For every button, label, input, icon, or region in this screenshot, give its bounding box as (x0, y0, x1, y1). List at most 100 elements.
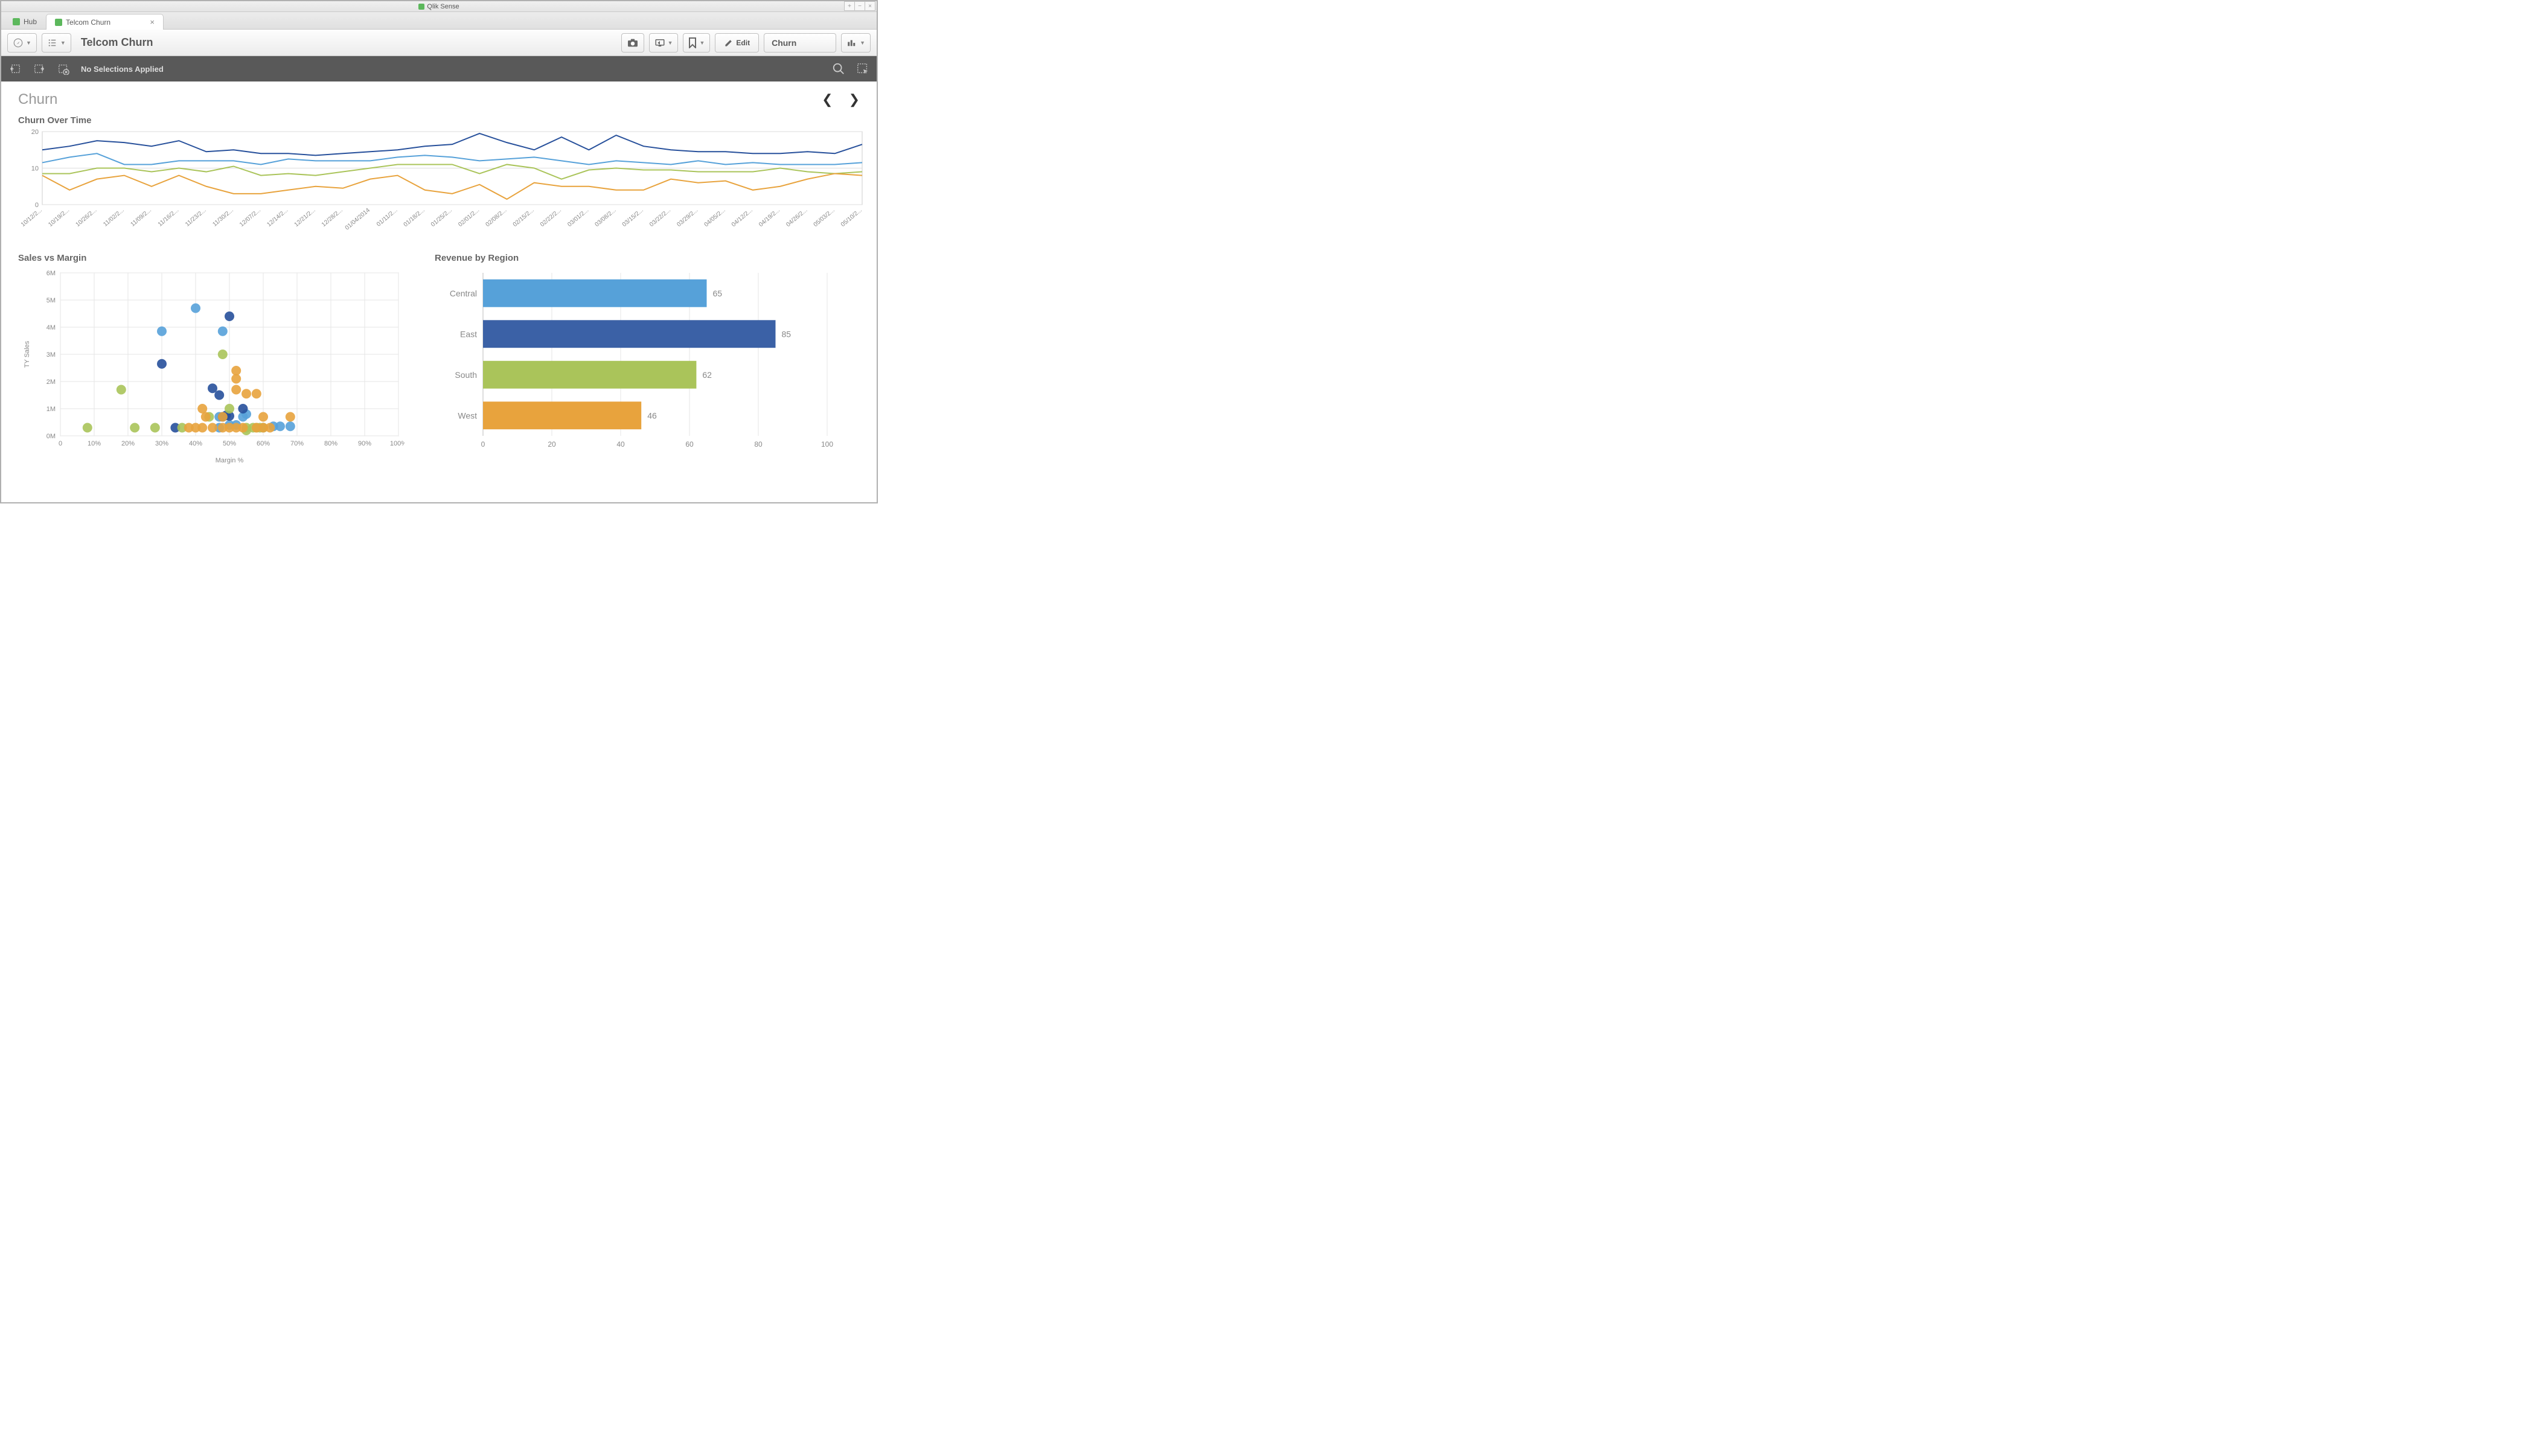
svg-text:100%: 100% (390, 440, 405, 447)
snapshot-button[interactable] (621, 33, 644, 53)
svg-text:40%: 40% (189, 440, 202, 447)
svg-text:Margin %: Margin % (216, 457, 244, 464)
bookmark-icon (688, 37, 697, 48)
search-button[interactable] (832, 62, 845, 75)
pencil-icon (724, 38, 734, 48)
svg-text:2M: 2M (46, 378, 56, 386)
svg-text:TY Sales: TY Sales (24, 340, 31, 368)
svg-text:03/22/2...: 03/22/2... (648, 207, 672, 228)
svg-text:10/19/2...: 10/19/2... (47, 207, 71, 228)
svg-text:03/01/2...: 03/01/2... (566, 207, 590, 228)
window-titlebar: Qlik Sense + − × (1, 1, 877, 12)
svg-text:12/28/2...: 12/28/2... (321, 207, 344, 228)
svg-text:East: East (460, 329, 477, 339)
window-minimize-button[interactable]: + (844, 1, 855, 11)
sheet-content: Churn ❮ ❯ Churn Over Time 0102010/12/2..… (1, 81, 877, 475)
caret-down-icon: ▼ (60, 40, 66, 46)
next-sheet-button[interactable]: ❯ (849, 92, 860, 107)
svg-text:85: 85 (782, 329, 792, 339)
svg-text:05/03/2...: 05/03/2... (813, 207, 836, 228)
churn-chart-title: Churn Over Time (18, 115, 860, 126)
svg-text:0: 0 (59, 440, 62, 447)
svg-text:46: 46 (647, 410, 657, 420)
caret-down-icon: ▼ (668, 40, 673, 46)
svg-text:12/07/2...: 12/07/2... (238, 207, 262, 228)
svg-text:03/29/2...: 03/29/2... (676, 207, 699, 228)
monitor-icon (654, 38, 665, 48)
churn-over-time-chart[interactable]: 0102010/12/2...10/19/2...10/26/2...11/02… (18, 129, 860, 235)
edit-button[interactable]: Edit (715, 33, 759, 53)
tab-hub[interactable]: Hub (4, 13, 46, 29)
window-controls: + − × (845, 1, 875, 11)
svg-text:Central: Central (450, 289, 477, 298)
svg-text:40: 40 (616, 440, 625, 449)
qlik-logo-icon (418, 4, 424, 10)
svg-text:30%: 30% (155, 440, 168, 447)
sales-vs-margin-chart[interactable]: 0M1M2M3M4M5M6M010%20%30%40%50%60%70%80%9… (18, 267, 405, 469)
selection-tool-button[interactable] (856, 62, 869, 75)
svg-text:20: 20 (548, 440, 556, 449)
svg-text:05/10/2...: 05/10/2... (840, 207, 863, 228)
svg-text:5M: 5M (46, 297, 56, 304)
svg-text:12/21/2...: 12/21/2... (293, 207, 317, 228)
svg-text:01/18/2...: 01/18/2... (403, 207, 426, 228)
svg-text:11/02/2...: 11/02/2... (102, 207, 125, 228)
svg-text:11/30/2...: 11/30/2... (211, 207, 234, 228)
menu-button[interactable]: ▼ (42, 33, 71, 53)
chart-grid-icon (846, 38, 857, 48)
svg-text:100: 100 (821, 440, 833, 449)
svg-text:60: 60 (685, 440, 694, 449)
bookmark-button[interactable]: ▼ (683, 33, 710, 53)
selection-forward-button[interactable] (33, 63, 46, 75)
svg-text:04/12/2...: 04/12/2... (731, 207, 754, 228)
caret-down-icon: ▼ (860, 40, 865, 46)
tab-app[interactable]: Telcom Churn × (46, 14, 164, 30)
svg-text:04/26/2...: 04/26/2... (785, 207, 808, 228)
svg-text:10/12/2...: 10/12/2... (20, 207, 43, 228)
svg-text:11/16/2...: 11/16/2... (157, 207, 180, 228)
prev-sheet-button[interactable]: ❮ (822, 92, 833, 107)
selection-back-button[interactable] (8, 63, 22, 75)
svg-text:02/08/2...: 02/08/2... (484, 207, 508, 228)
list-icon (47, 37, 58, 48)
revenue-by-region-chart[interactable]: 020406080100Central65East85South62West46 (435, 267, 860, 457)
svg-text:62: 62 (702, 370, 712, 380)
svg-text:0M: 0M (46, 433, 56, 440)
caret-down-icon: ▼ (26, 40, 31, 46)
present-button[interactable]: ▼ (649, 33, 679, 53)
sheet-selector[interactable]: Churn (764, 33, 836, 53)
app-title: Telcom Churn (81, 36, 153, 49)
selection-bar: No Selections Applied (1, 56, 877, 81)
svg-text:04/19/2...: 04/19/2... (758, 207, 781, 228)
svg-text:90%: 90% (358, 440, 371, 447)
svg-text:04/05/2...: 04/05/2... (703, 207, 727, 228)
svg-text:11/09/2...: 11/09/2... (130, 207, 153, 228)
svg-text:70%: 70% (290, 440, 304, 447)
caret-down-icon: ▼ (699, 40, 705, 46)
svg-text:02/01/2...: 02/01/2... (457, 207, 481, 228)
window-close-button[interactable]: × (865, 1, 875, 11)
sheet-title: Churn (18, 91, 57, 108)
compass-icon (13, 37, 24, 48)
sheet-selector-label: Churn (772, 38, 796, 48)
svg-text:01/25/2...: 01/25/2... (430, 207, 453, 228)
svg-text:50%: 50% (223, 440, 236, 447)
navigation-button[interactable]: ▼ (7, 33, 37, 53)
clear-selections-button[interactable] (57, 63, 70, 75)
svg-text:3M: 3M (46, 351, 56, 359)
svg-text:01/11/2...: 01/11/2... (376, 207, 398, 228)
svg-text:11/23/2...: 11/23/2... (184, 207, 207, 228)
tab-close-icon[interactable]: × (150, 18, 155, 27)
app-icon (55, 19, 62, 26)
svg-text:20: 20 (31, 129, 39, 136)
tab-strip: Hub Telcom Churn × (1, 12, 877, 30)
svg-text:6M: 6M (46, 270, 56, 277)
svg-text:0: 0 (481, 440, 485, 449)
svg-text:12/14/2...: 12/14/2... (266, 207, 289, 228)
tab-app-label: Telcom Churn (66, 18, 110, 27)
svg-text:4M: 4M (46, 324, 56, 331)
sheets-button[interactable]: ▼ (841, 33, 871, 53)
svg-text:West: West (458, 410, 477, 420)
window-maximize-button[interactable]: − (854, 1, 865, 11)
window-title: Qlik Sense (427, 3, 459, 10)
